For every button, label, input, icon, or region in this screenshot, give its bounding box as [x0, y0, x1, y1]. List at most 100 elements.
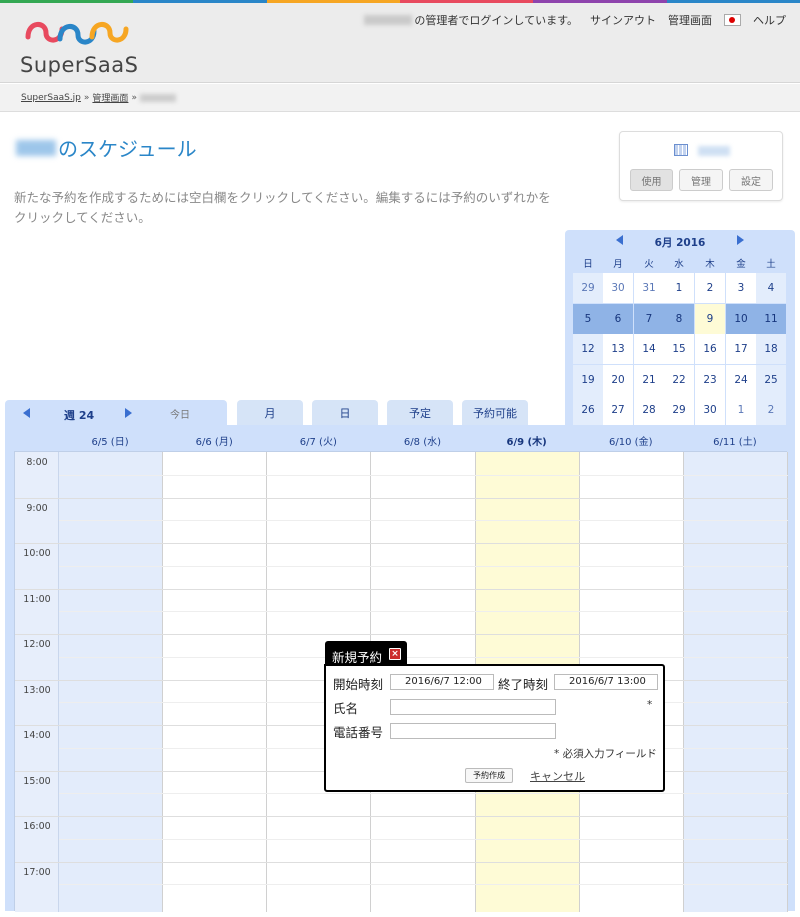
- day-header[interactable]: 6/10 (金): [579, 433, 683, 448]
- mini-calendar-day[interactable]: 13: [603, 334, 633, 364]
- end-time-input[interactable]: 2016/6/7 13:00: [554, 674, 658, 690]
- tab-month[interactable]: 月: [237, 400, 303, 426]
- new-booking-dialog: 開始時刻 2016/6/7 12:00 終了時刻 2016/6/7 13:00 …: [324, 664, 665, 792]
- calendar-icon: [674, 144, 688, 156]
- top-nav: の管理者でログインしています。 サインアウト 管理画面 ヘルプ: [364, 12, 786, 28]
- half-hour-line: [59, 656, 788, 658]
- mini-calendar-day[interactable]: 21: [634, 364, 664, 395]
- hour-line: [15, 497, 788, 499]
- phone-input[interactable]: [390, 723, 556, 739]
- hour-line: [15, 861, 788, 863]
- required-note: * 必須入力フィールド: [554, 748, 657, 760]
- today-button[interactable]: 今日: [170, 406, 190, 421]
- breadcrumb-root[interactable]: SuperSaaS.jp: [21, 93, 81, 103]
- half-hour-line: [59, 565, 788, 567]
- mini-calendar-dow: 金: [736, 259, 746, 270]
- time-column: [15, 452, 59, 912]
- time-label: 15:00: [23, 775, 51, 787]
- mini-calendar-day[interactable]: 7: [634, 303, 664, 334]
- half-hour-line: [59, 611, 788, 613]
- page-title: のスケジュール: [16, 133, 197, 162]
- day-header[interactable]: 6/6 (月): [162, 433, 266, 448]
- mini-calendar-dow: 土: [766, 259, 776, 270]
- mini-calendar-day[interactable]: 14: [634, 334, 664, 364]
- time-label: 14:00: [23, 730, 51, 741]
- schedule-name-blurred: [698, 146, 730, 156]
- tab-agenda[interactable]: 予定: [387, 400, 453, 426]
- mini-calendar-day[interactable]: 18: [756, 334, 786, 364]
- user-name-blurred: [364, 15, 413, 25]
- mini-calendar-day[interactable]: 30: [603, 273, 633, 303]
- mini-calendar-day[interactable]: 23: [695, 364, 725, 395]
- mini-calendar-day[interactable]: 1: [664, 273, 694, 303]
- help-link[interactable]: ヘルプ: [753, 12, 786, 28]
- mini-calendar-day[interactable]: 8: [664, 303, 694, 334]
- logo-text: SuperSaaS: [20, 53, 139, 77]
- day-header[interactable]: 6/11 (土): [683, 433, 787, 448]
- prev-week-icon[interactable]: [23, 408, 30, 418]
- schedule-panel: 使用 管理 設定: [619, 131, 783, 201]
- mini-calendar-day[interactable]: 10: [726, 303, 756, 334]
- japan-flag-icon[interactable]: [724, 14, 741, 26]
- mini-calendar-day[interactable]: 16: [695, 334, 725, 364]
- mini-calendar-dow: 木: [705, 259, 715, 270]
- time-label: 11:00: [23, 593, 51, 605]
- required-mark: *: [647, 699, 653, 711]
- time-label: 9:00: [26, 502, 48, 514]
- end-time-label: 終了時刻: [498, 677, 549, 692]
- mini-calendar-day[interactable]: 17: [726, 334, 756, 364]
- breadcrumb-admin[interactable]: 管理画面: [92, 91, 128, 104]
- day-header[interactable]: 6/5 (日): [58, 433, 162, 448]
- mini-calendar-day[interactable]: 19: [573, 364, 603, 395]
- settings-button[interactable]: 設定: [729, 169, 773, 191]
- logo-icon: [25, 22, 129, 45]
- mini-calendar-day[interactable]: 31: [634, 273, 664, 303]
- tab-availability[interactable]: 予約可能: [462, 400, 528, 426]
- admin-link[interactable]: 管理画面: [668, 12, 712, 28]
- breadcrumb-schedule-blurred: [139, 93, 176, 102]
- mini-calendar-day[interactable]: 24: [726, 364, 756, 395]
- name-input[interactable]: [390, 699, 556, 715]
- supersaas-logo[interactable]: SuperSaaS: [20, 17, 160, 77]
- mini-calendar-day[interactable]: 11: [756, 303, 786, 334]
- next-month-icon[interactable]: [737, 235, 744, 245]
- week-label: 週 24: [64, 409, 95, 422]
- breadcrumb-sep: »: [131, 92, 137, 103]
- mini-calendar-day[interactable]: 22: [664, 364, 694, 395]
- half-hour-line: [59, 838, 788, 840]
- mini-calendar-day[interactable]: 15: [664, 334, 694, 364]
- mini-calendar-day[interactable]: 20: [603, 364, 633, 395]
- mini-calendar-day[interactable]: 6: [603, 303, 633, 334]
- day-header[interactable]: 6/8 (水): [370, 433, 474, 448]
- instructions: 新たな予約を作成するためには空白欄をクリックしてください。編集するには予約のいず…: [14, 190, 551, 225]
- hour-line: [15, 588, 788, 590]
- mini-calendar-day[interactable]: 25: [756, 364, 786, 395]
- mini-calendar-day[interactable]: 5: [573, 303, 603, 334]
- mini-calendar-day[interactable]: 2: [695, 273, 725, 303]
- mini-calendar: 6月 2016 日月火水木金土 29 30 31 1 2 3 4 5 6 7 8 9 10 11 12 13 14…: [565, 230, 795, 426]
- hour-line: [15, 816, 788, 817]
- signout-link[interactable]: サインアウト: [590, 12, 656, 28]
- manage-button[interactable]: 管理: [679, 169, 723, 191]
- half-hour-line: [59, 520, 788, 522]
- new-booking-title: 新規予約: [332, 650, 383, 665]
- mini-calendar-day[interactable]: 3: [726, 273, 756, 303]
- mini-calendar-day[interactable]: 9: [695, 303, 725, 334]
- mini-calendar-day[interactable]: 4: [756, 273, 786, 303]
- half-hour-line: [59, 474, 788, 476]
- tab-day[interactable]: 日: [312, 400, 378, 426]
- day-header[interactable]: 6/9 (木): [475, 433, 579, 448]
- create-booking-button[interactable]: 予約作成: [465, 768, 513, 783]
- start-time-input[interactable]: 2016/6/7 12:00: [390, 674, 494, 690]
- day-header[interactable]: 6/7 (火): [266, 433, 370, 448]
- hour-line: [15, 634, 788, 635]
- next-week-icon[interactable]: [125, 408, 132, 418]
- cancel-link[interactable]: キャンセル: [530, 768, 585, 784]
- mini-calendar-day[interactable]: 29: [573, 273, 603, 303]
- mini-calendar-day[interactable]: 12: [573, 334, 603, 364]
- close-icon[interactable]: ×: [389, 648, 401, 660]
- use-button[interactable]: 使用: [630, 169, 673, 191]
- time-label: 12:00: [23, 639, 51, 650]
- name-label: 氏名: [333, 701, 359, 716]
- page-title-text: のスケジュール: [58, 137, 197, 161]
